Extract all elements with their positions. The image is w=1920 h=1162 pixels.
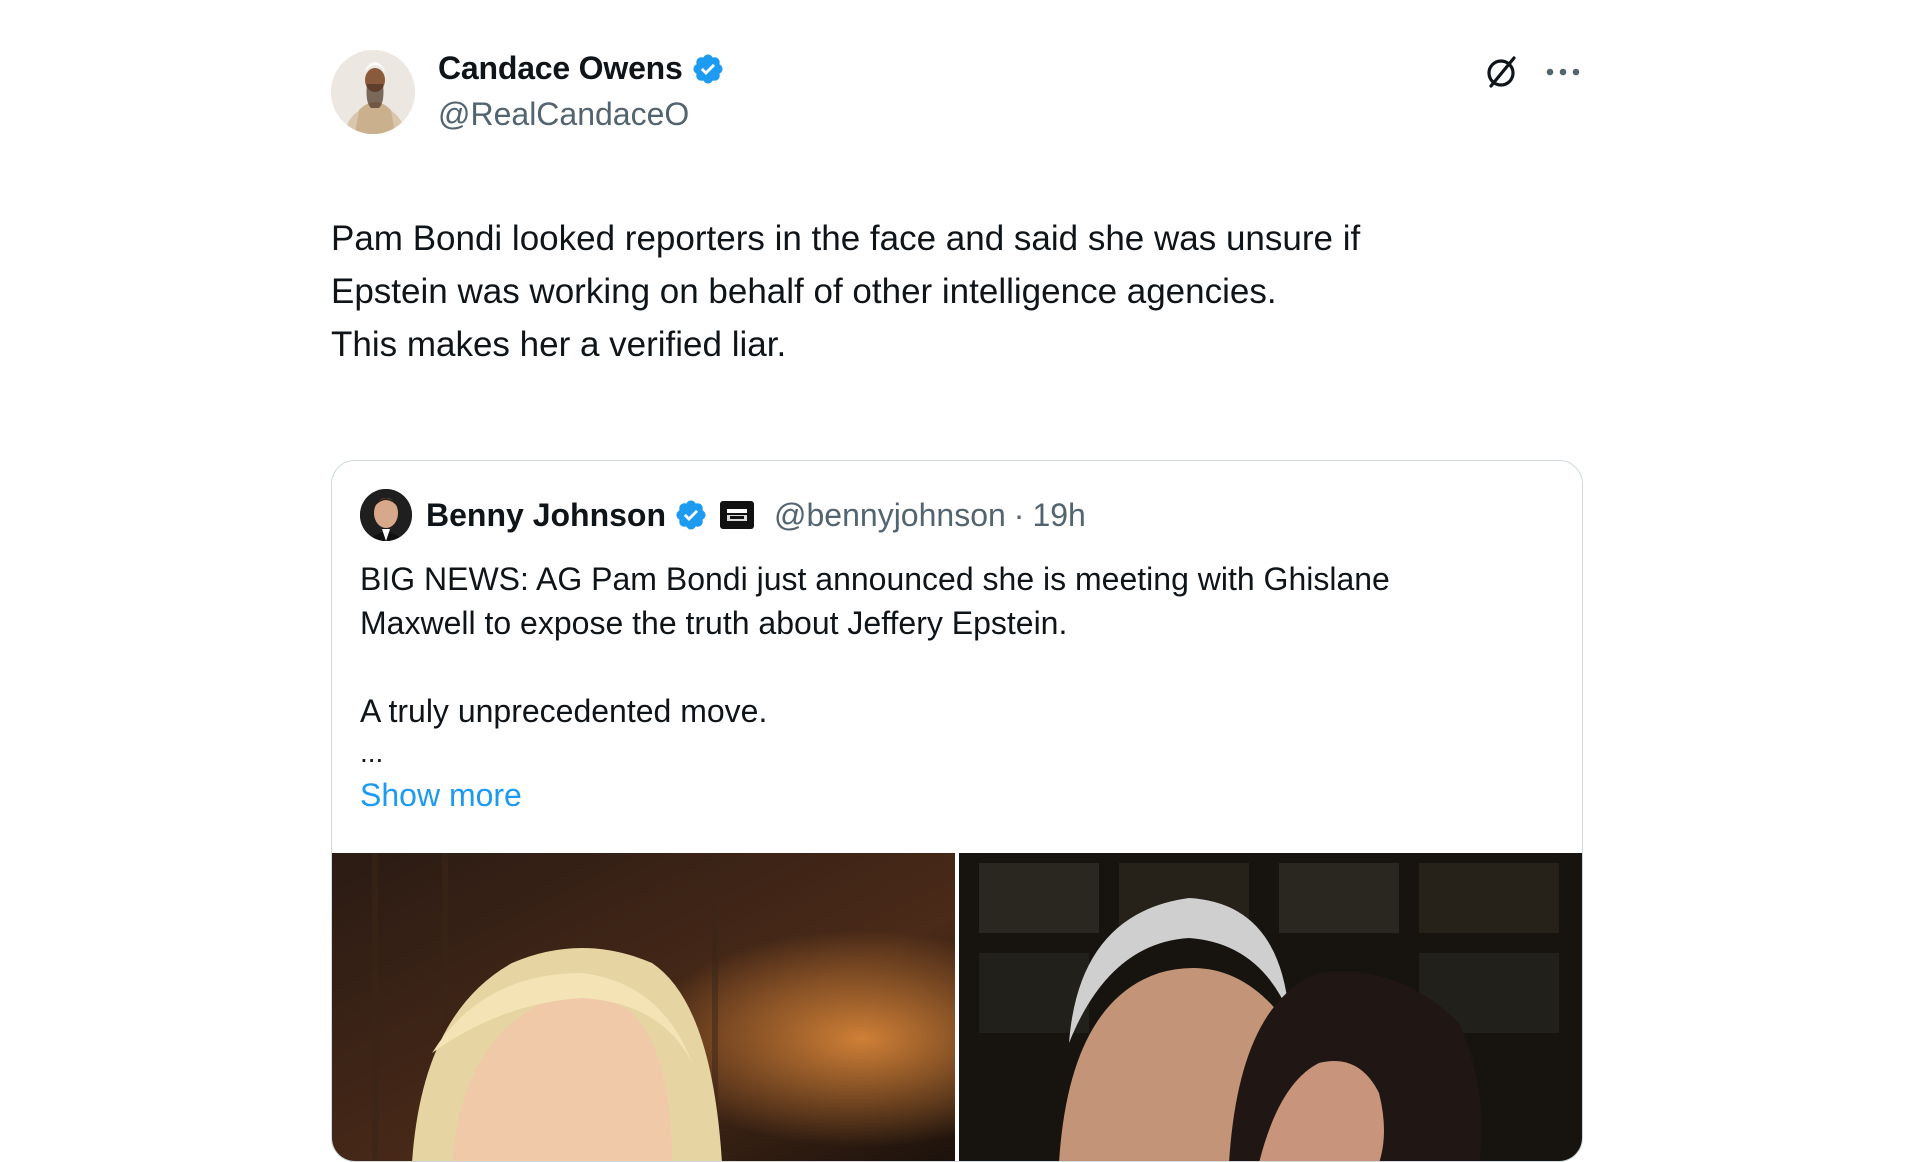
verified-badge-icon[interactable] bbox=[691, 52, 725, 86]
verified-badge-icon[interactable] bbox=[674, 498, 708, 532]
show-more-link[interactable]: Show more bbox=[360, 773, 522, 817]
grok-icon[interactable] bbox=[1481, 52, 1521, 92]
more-icon[interactable] bbox=[1543, 52, 1583, 92]
author-handle[interactable]: @RealCandaceO bbox=[438, 96, 689, 133]
tweet-header: Candace Owens @RealCandaceO bbox=[331, 44, 1583, 140]
tweet: Candace Owens @RealCandaceO Pam Bondi lo… bbox=[331, 44, 1583, 1162]
tweet-text-line: Epstein was working on behalf of other i… bbox=[331, 272, 1277, 311]
quoted-text-line: BIG NEWS: AG Pam Bondi just announced sh… bbox=[360, 561, 1390, 597]
tweet-text: Pam Bondi looked reporters in the face a… bbox=[331, 212, 1583, 371]
quoted-text-line: Maxwell to expose the truth about Jeffer… bbox=[360, 605, 1068, 641]
tweet-text-line: Pam Bondi looked reporters in the face a… bbox=[331, 219, 1361, 258]
affiliation-badge-icon[interactable] bbox=[720, 501, 755, 529]
avatar[interactable] bbox=[331, 50, 415, 134]
tweet-text-line: This makes her a verified liar. bbox=[331, 325, 787, 364]
quoted-text-line: A truly unprecedented move. bbox=[360, 693, 768, 729]
media-photo-woman[interactable] bbox=[332, 853, 955, 1161]
quoted-display-name[interactable]: Benny Johnson bbox=[426, 497, 666, 534]
tweet-top-actions bbox=[1481, 52, 1583, 92]
media-photo-man-and-woman[interactable] bbox=[959, 853, 1582, 1161]
quoted-ellipsis: ... bbox=[360, 737, 384, 768]
quoted-timestamp[interactable]: 19h bbox=[1032, 497, 1085, 534]
quoted-tweet-text: BIG NEWS: AG Pam Bondi just announced sh… bbox=[360, 557, 1550, 817]
quoted-tweet-header: Benny Johnson @bennyjohnson · 19h bbox=[360, 489, 1086, 541]
quoted-handle[interactable]: @bennyjohnson bbox=[774, 497, 1006, 534]
quoted-tweet[interactable]: Benny Johnson @bennyjohnson · 19h BIG NE… bbox=[331, 460, 1583, 1162]
quoted-avatar[interactable] bbox=[360, 489, 412, 541]
author-name-row: Candace Owens bbox=[438, 50, 725, 87]
quoted-media-grid bbox=[332, 853, 1582, 1161]
quoted-separator: · bbox=[1013, 496, 1025, 533]
author-display-name[interactable]: Candace Owens bbox=[438, 50, 683, 87]
